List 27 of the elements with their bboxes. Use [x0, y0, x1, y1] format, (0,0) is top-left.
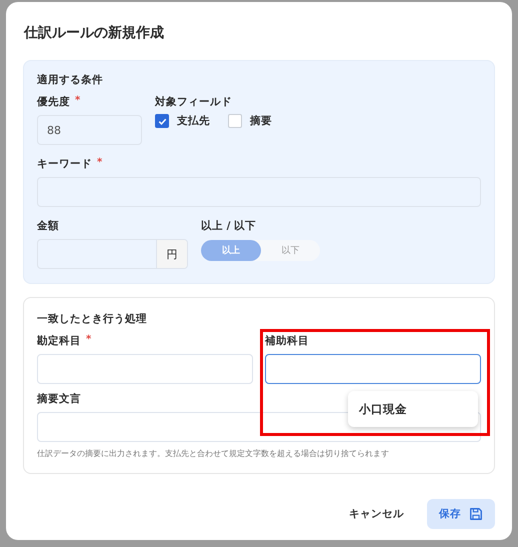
save-icon	[469, 507, 483, 521]
suggestion-item[interactable]: 小口現金	[359, 402, 407, 416]
priority-field[interactable]: 88	[37, 115, 142, 145]
field-label: キーワード	[37, 157, 92, 172]
save-button[interactable]: 保存	[427, 499, 495, 529]
field-label: 対象フィールド	[155, 95, 232, 110]
field-label: 摘要文言	[37, 392, 81, 407]
dialog-title: 仕訳ルールの新規作成	[23, 24, 165, 43]
section-heading: 適用する条件	[37, 73, 104, 87]
sub-account-field[interactable]	[265, 354, 481, 384]
required-mark: *	[86, 334, 92, 347]
required-mark: *	[97, 157, 102, 170]
checkbox-label: 支払先	[177, 114, 210, 128]
section-heading: 一致したとき行う処理	[37, 312, 148, 326]
field-label: 優先度	[37, 95, 70, 110]
field-label: 以上 / 以下	[201, 219, 256, 234]
account-field[interactable]	[37, 354, 253, 384]
amount-field[interactable]: 円	[37, 239, 188, 269]
cancel-button[interactable]: キャンセル	[338, 499, 415, 529]
checkbox-label: 摘要	[250, 114, 272, 128]
required-mark: *	[75, 95, 80, 108]
field-label: 勘定科目	[37, 334, 81, 349]
checkbox[interactable]	[155, 114, 169, 128]
help-text: 仕訳データの摘要に出力されます。支払先と合わせて規定文字数を超える場合は切り捨てられます	[37, 448, 390, 459]
field-label: 補助科目	[265, 334, 309, 349]
field-label: 金額	[37, 219, 59, 234]
unit-label: 円	[156, 240, 187, 268]
